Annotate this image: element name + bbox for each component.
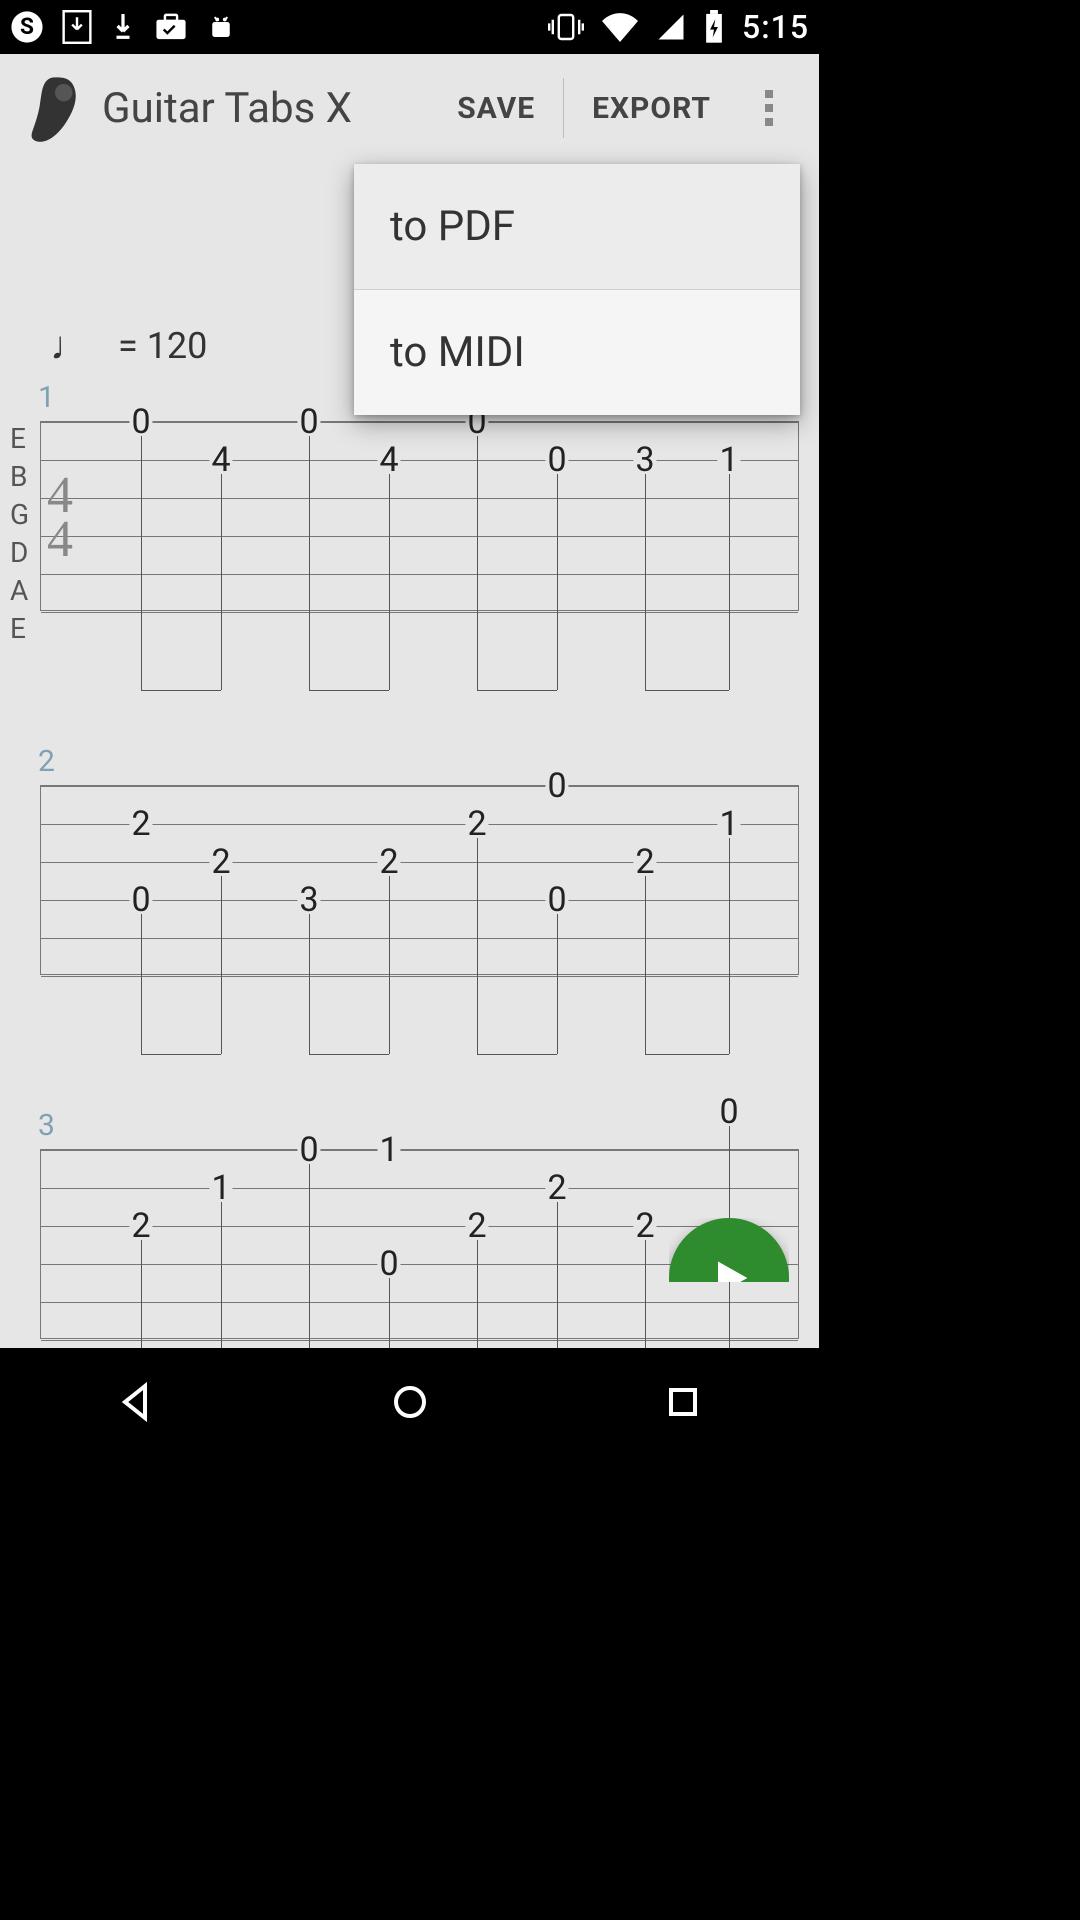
export-to-pdf[interactable]: to PDF: [354, 164, 800, 289]
app-bar: Guitar Tabs X SAVE EXPORT: [0, 54, 819, 162]
quarter-note-icon: ♩: [50, 322, 90, 369]
note-stem: [141, 1240, 142, 1348]
save-button[interactable]: SAVE: [429, 91, 563, 126]
bar-number: 2: [38, 744, 799, 779]
string-labels: EBGDAE: [10, 420, 29, 648]
note-stem: [645, 1240, 646, 1348]
export-button[interactable]: EXPORT: [564, 91, 739, 126]
note-stem: [389, 876, 390, 1054]
vibrate-icon: [548, 12, 584, 42]
note-stem: [309, 914, 310, 1054]
beam: [309, 1054, 389, 1055]
staff[interactable]: 44 04040031: [40, 421, 799, 611]
note-stem: [645, 474, 646, 690]
note-stem: [221, 876, 222, 1054]
status-clock: 5:15: [742, 8, 809, 46]
fret-number[interactable]: 1: [377, 1130, 400, 1170]
briefcase-icon: [154, 12, 188, 42]
tab-bar-3[interactable]: 3 210102220: [10, 1108, 799, 1339]
fret-number[interactable]: 0: [545, 766, 568, 806]
beam: [309, 690, 389, 691]
note-stem: [557, 914, 558, 1054]
staff[interactable]: 2023220021: [40, 785, 799, 975]
tempo: ♩ = 120: [50, 322, 207, 369]
overflow-menu-button[interactable]: [739, 90, 799, 126]
note-stem: [557, 1202, 558, 1348]
note-stem: [141, 914, 142, 1054]
export-dropdown: to PDF to MIDI: [354, 164, 800, 415]
app-logo-icon: [20, 73, 90, 143]
bar-number: 3: [38, 1108, 799, 1143]
note-stem: [729, 838, 730, 1054]
string-label: E: [10, 610, 29, 648]
note-stem: [309, 1164, 310, 1348]
beam: [477, 690, 557, 691]
string-label: D: [10, 534, 29, 572]
download-box-icon: [62, 10, 92, 44]
fret-number[interactable]: 2: [129, 804, 152, 844]
beam: [645, 1054, 729, 1055]
note-stem: [477, 838, 478, 1054]
note-stem: [309, 436, 310, 690]
beam: [477, 1054, 557, 1055]
note-stem: [729, 474, 730, 690]
note-stem: [645, 876, 646, 1054]
note-stem: [557, 474, 558, 690]
string-label: E: [10, 420, 29, 458]
home-button[interactable]: [386, 1378, 434, 1426]
string-label: B: [10, 458, 29, 496]
app-title: Guitar Tabs X: [102, 84, 429, 133]
nav-bar: [0, 1348, 819, 1456]
note-stem: [477, 436, 478, 690]
note-stem: [141, 436, 142, 690]
note-stem: [477, 1240, 478, 1348]
beam: [141, 1054, 221, 1055]
screen: S 5:15 Guitar Tabs X SAVE EXPORT by tab …: [0, 0, 819, 1456]
tab-bar-2[interactable]: 2 2023220021: [10, 744, 799, 975]
export-to-midi[interactable]: to MIDI: [354, 290, 800, 415]
tempo-value: = 120: [118, 325, 207, 367]
string-label: G: [10, 496, 29, 534]
cellular-icon: [656, 12, 686, 42]
string-label: A: [10, 572, 29, 610]
note-stem: [221, 1202, 222, 1348]
android-icon: [206, 12, 236, 42]
note-stem: [389, 1278, 390, 1348]
note-stem: [221, 474, 222, 690]
time-signature: 44: [47, 474, 73, 562]
beam: [645, 690, 729, 691]
status-bar: S 5:15: [0, 0, 819, 54]
skype-icon: S: [10, 10, 44, 44]
wifi-icon: [602, 12, 638, 42]
status-left: S: [10, 10, 236, 44]
recents-button[interactable]: [659, 1378, 707, 1426]
note-stem: [389, 474, 390, 690]
download-arrow-icon: [110, 10, 136, 44]
beam: [141, 690, 221, 691]
back-button[interactable]: [113, 1378, 161, 1426]
svg-text:S: S: [20, 13, 34, 40]
battery-charging-icon: [704, 10, 724, 44]
status-right: 5:15: [548, 8, 809, 46]
